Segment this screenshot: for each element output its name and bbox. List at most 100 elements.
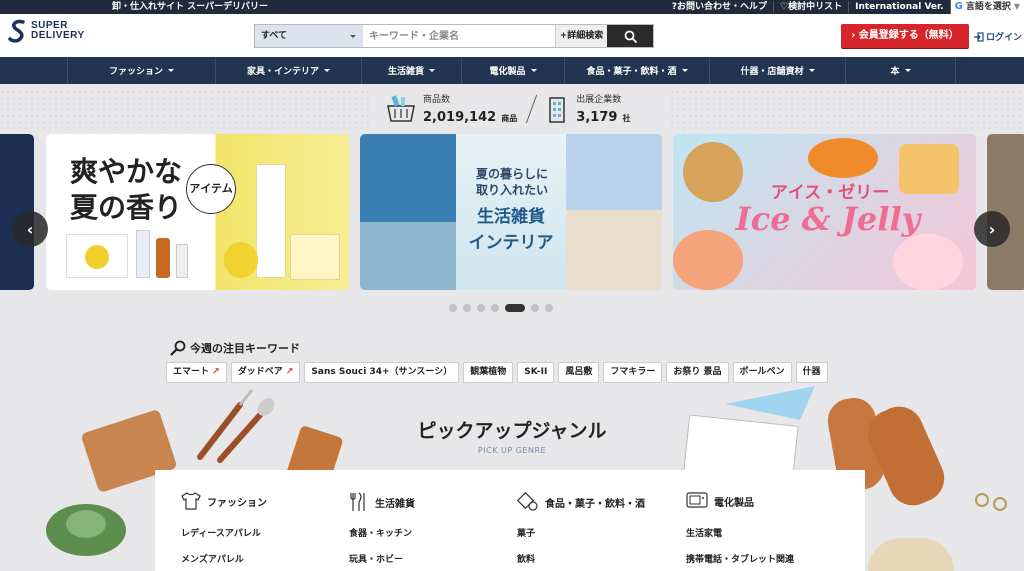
keyword-chip[interactable]: お祭り 景品 xyxy=(666,362,729,383)
carousel-dot[interactable] xyxy=(505,304,525,312)
product-count-label: 商品数 xyxy=(423,94,451,105)
banner-summer-living[interactable]: 夏の暮らしに 取り入れたい 生活雑貨 インテリア xyxy=(360,134,662,290)
carousel-dot[interactable] xyxy=(491,304,499,312)
carousel-prev-button[interactable]: ‹ xyxy=(12,211,48,247)
keyword-chip[interactable]: フマキラー xyxy=(603,362,663,383)
banner-headline: 爽やかな 夏の香り xyxy=(70,154,182,226)
dot-pattern-right xyxy=(670,90,1024,130)
arrow-icon: › xyxy=(851,30,859,41)
banner-title: Ice & Jelly xyxy=(735,200,921,238)
login-link[interactable]: ログイン xyxy=(974,30,1022,43)
genre-sub-link[interactable]: メンズアパレル xyxy=(181,552,244,565)
search-button[interactable] xyxy=(607,25,653,47)
carousel-dot[interactable] xyxy=(463,304,471,312)
genre-household[interactable]: 生活雑貨 xyxy=(349,492,415,512)
lemon-image xyxy=(224,242,258,278)
carousel-dots xyxy=(449,304,553,312)
banner-line: 爽やかな xyxy=(70,155,183,188)
site-logo[interactable]: SUPER DELIVERY xyxy=(8,18,85,44)
genre-sub-link[interactable]: 生活家電 xyxy=(686,526,722,539)
chevron-down-icon xyxy=(429,69,435,75)
keyword-chip[interactable]: 風呂敷 xyxy=(558,362,600,383)
banner-summer-fragrance[interactable]: 爽やかな 夏の香り アイテム xyxy=(46,134,349,290)
trend-up-icon: ↗ xyxy=(212,367,220,377)
category-nav: ファッション 家具・インテリア 生活雑貨 電化製品 食品・菓子・飲料・酒 什器・… xyxy=(0,57,1024,84)
product-diffuser xyxy=(176,244,188,278)
genre-card: ファッション レディースアパレル メンズアパレル 生活雑貨 食器・キッチン 玩具… xyxy=(155,470,865,571)
carousel-dot[interactable] xyxy=(449,304,457,312)
chevron-right-icon: › xyxy=(988,219,996,239)
wishlist-link[interactable]: ♡検討中リスト xyxy=(773,1,848,13)
keyword-chip[interactable]: 什器 xyxy=(795,362,828,383)
banner-line: 夏の暮らしに xyxy=(475,167,548,181)
appliance-icon xyxy=(686,492,708,508)
nav-item-fashion[interactable]: ファッション xyxy=(67,57,215,84)
nav-item-fixtures[interactable]: 什器・店舗資材 xyxy=(709,57,845,84)
banner-ice-jelly[interactable]: アイス・ゼリー Ice & Jelly xyxy=(673,134,976,290)
genre-label: 食品・菓子・飲料・酒 xyxy=(545,498,645,510)
keyword-chip[interactable]: 観葉植物 xyxy=(463,362,514,383)
keyword-chip[interactable]: ダッドベア ↗ xyxy=(230,362,301,383)
carousel-dot[interactable] xyxy=(531,304,539,312)
genre-sub-link[interactable]: 玩具・ホビー xyxy=(349,552,403,565)
product-count-unit: 商品 xyxy=(501,113,518,123)
product-bottle xyxy=(156,238,170,278)
nav-label: 電化製品 xyxy=(489,67,526,77)
carousel-next-button[interactable]: › xyxy=(974,211,1010,247)
banner-line: 生活雑貨 xyxy=(477,207,545,227)
company-count-value: 3,179 xyxy=(576,109,618,125)
genre-sub-link[interactable]: 菓子 xyxy=(517,526,535,539)
genre-sub-link[interactable]: 食器・キッチン xyxy=(349,526,412,539)
logo-text: SUPER DELIVERY xyxy=(31,21,85,41)
nav-item-furniture[interactable]: 家具・インテリア xyxy=(215,57,361,84)
register-button[interactable]: › 会員登録する（無料） xyxy=(841,24,969,48)
plant-decoration xyxy=(40,490,132,571)
site-tagline: 卸・仕入れサイト スーパーデリバリー xyxy=(112,2,269,12)
language-select[interactable]: G 言語を選択 ▼ xyxy=(949,0,1024,14)
search-input[interactable] xyxy=(363,25,555,47)
company-count-unit: 社 xyxy=(622,113,631,123)
search-category-select[interactable]: すべて xyxy=(255,25,363,47)
genre-sub-link[interactable]: レディースアパレル xyxy=(181,526,261,539)
basket-icon xyxy=(387,95,415,122)
dessert-image xyxy=(683,142,743,202)
login-icon xyxy=(974,31,984,42)
genre-electronics[interactable]: 電化製品 xyxy=(686,492,754,510)
genre-food[interactable]: 食品・菓子・飲料・酒 xyxy=(517,492,645,512)
cutlery-icon xyxy=(350,492,365,511)
banner-photo-sandals xyxy=(566,210,662,290)
trend-up-icon: ↗ xyxy=(285,367,294,377)
nav-item-food[interactable]: 食品・菓子・飲料・酒 xyxy=(564,57,709,84)
nav-item-books[interactable]: 本 xyxy=(845,57,955,84)
banner-photo-person xyxy=(360,222,456,290)
genre-sub-link[interactable]: 携帯電話・タブレット関連 xyxy=(686,552,794,565)
nav-label: 家具・インテリア xyxy=(246,67,319,77)
advanced-search-button[interactable]: +詳細検索 xyxy=(555,25,607,47)
genre-fashion[interactable]: ファッション xyxy=(181,492,267,510)
magnifier-icon xyxy=(170,340,186,356)
keyword-chip[interactable]: SK-II xyxy=(517,362,555,383)
help-link[interactable]: ?お問い合わせ・ヘルプ xyxy=(666,1,773,13)
nav-item-household[interactable]: 生活雑貨 xyxy=(361,57,461,84)
product-tube xyxy=(136,230,150,278)
nav-label: 本 xyxy=(890,67,900,77)
keyword-list: エマート ↗ ダッドベア ↗ Sans Souci 34+（サンスーシ） 観葉植… xyxy=(166,362,828,383)
dessert-image xyxy=(808,138,878,178)
genre-sub-link[interactable]: 飲料 xyxy=(517,552,535,565)
divider xyxy=(526,94,538,124)
keyword-chip[interactable]: Sans Souci 34+（サンスーシ） xyxy=(304,362,460,383)
keyword-chip[interactable]: エマート ↗ xyxy=(166,362,227,383)
chevron-left-icon: ‹ xyxy=(26,219,34,239)
carousel-dot[interactable] xyxy=(477,304,485,312)
shirt-icon xyxy=(181,492,201,510)
banner-line: 取り入れたい xyxy=(475,183,548,197)
genre-label: ファッション xyxy=(207,497,267,509)
nav-item-electronics[interactable]: 電化製品 xyxy=(461,57,564,84)
dessert-image xyxy=(893,234,963,290)
carousel-dot[interactable] xyxy=(545,304,553,312)
nav-label: 什器・店舗資材 xyxy=(740,67,804,77)
keyword-chip[interactable]: ボールペン xyxy=(732,362,792,383)
international-link[interactable]: International Ver. xyxy=(848,1,950,13)
nav-spacer-right xyxy=(955,57,1024,84)
nav-label: 生活雑貨 xyxy=(387,67,424,77)
